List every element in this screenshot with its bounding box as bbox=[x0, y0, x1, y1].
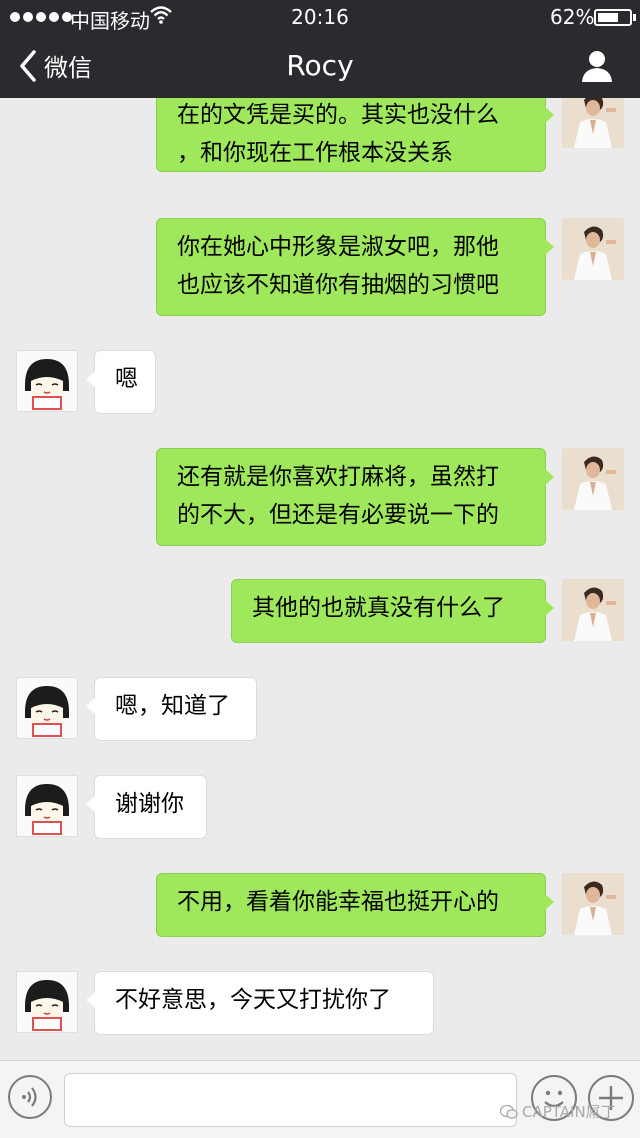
avatar-photo-icon bbox=[562, 98, 624, 148]
received-message-bubble[interactable]: 嗯，知道了 bbox=[86, 677, 257, 741]
message-text-line: 你在她心中形象是淑女吧，那他 bbox=[177, 234, 499, 260]
sent-message-bubble[interactable]: 你在她心中形象是淑女吧，那他 也应该不知道你有抽烟的习惯吧 bbox=[156, 218, 554, 316]
message-row: 你在她心中形象是淑女吧，那他 也应该不知道你有抽烟的习惯吧 bbox=[0, 218, 640, 316]
message-text-line: 其他的也就真没有什么了 bbox=[252, 595, 505, 621]
battery-percentage: 62% bbox=[550, 5, 595, 29]
contact-avatar[interactable] bbox=[16, 775, 78, 837]
message-text-line: ，和你现在工作根本没关系 bbox=[177, 140, 453, 166]
voice-input-button[interactable] bbox=[8, 1075, 52, 1119]
contact-avatar[interactable] bbox=[16, 971, 78, 1033]
clock-time: 20:16 bbox=[291, 5, 349, 29]
avatar-cartoon-icon bbox=[17, 972, 77, 1032]
avatar-photo-icon bbox=[562, 448, 624, 510]
my-avatar[interactable] bbox=[562, 98, 624, 148]
header: 中国移动 20:16 62% 微信 Rocy bbox=[0, 0, 640, 98]
sent-message-bubble[interactable]: 不用，看着你能幸福也挺开心的 bbox=[156, 873, 554, 937]
message-text-line: 嗯 bbox=[115, 366, 138, 392]
sent-message-bubble[interactable]: 在的文凭是买的。其实也没什么 ，和你现在工作根本没关系 bbox=[156, 98, 554, 172]
status-bar: 中国移动 20:16 62% bbox=[0, 0, 640, 34]
sent-message-bubble[interactable]: 其他的也就真没有什么了 bbox=[231, 579, 554, 643]
watermark-text: CAPTAIN屌丁 bbox=[522, 1103, 616, 1121]
avatar-cartoon-icon bbox=[17, 678, 77, 738]
received-message-bubble[interactable]: 嗯 bbox=[86, 350, 156, 414]
avatar-photo-icon bbox=[562, 873, 624, 935]
message-text-line: 也应该不知道你有抽烟的习惯吧 bbox=[177, 272, 499, 298]
message-row: 还有就是你喜欢打麻将，虽然打 的不大，但还是有必要说一下的 bbox=[0, 448, 640, 546]
input-bar: CAPTAIN屌丁 bbox=[0, 1060, 640, 1138]
voice-icon bbox=[22, 1087, 37, 1107]
message-text-line: 不用，看着你能幸福也挺开心的 bbox=[177, 889, 499, 915]
contact-avatar[interactable] bbox=[16, 677, 78, 739]
message-text-line: 不好意思，今天又打扰你了 bbox=[115, 987, 391, 1013]
battery-icon bbox=[594, 9, 636, 26]
received-message-bubble[interactable]: 谢谢你 bbox=[86, 775, 207, 839]
received-message-bubble[interactable]: 不好意思，今天又打扰你了 bbox=[86, 971, 434, 1035]
watermark: CAPTAIN屌丁 bbox=[500, 1101, 616, 1122]
chat-area[interactable]: 在的文凭是买的。其实也没什么 ，和你现在工作根本没关系 你在她心中形象是淑女吧，那… bbox=[0, 98, 640, 1060]
wechat-icon bbox=[500, 1104, 518, 1119]
message-text-line: 的不大，但还是有必要说一下的 bbox=[177, 502, 499, 528]
avatar-cartoon-icon bbox=[17, 351, 77, 411]
sent-message-bubble[interactable]: 还有就是你喜欢打麻将，虽然打 的不大，但还是有必要说一下的 bbox=[156, 448, 554, 546]
my-avatar[interactable] bbox=[562, 448, 624, 510]
chat-title: Rocy bbox=[286, 49, 354, 82]
message-row: 不用，看着你能幸福也挺开心的 bbox=[0, 873, 640, 937]
message-input[interactable] bbox=[64, 1073, 517, 1127]
message-row: 嗯，知道了 bbox=[0, 677, 640, 741]
message-text-line: 还有就是你喜欢打麻将，虽然打 bbox=[177, 464, 499, 490]
message-text-line: 谢谢你 bbox=[115, 791, 184, 817]
avatar-photo-icon bbox=[562, 579, 624, 641]
message-text-line: 嗯，知道了 bbox=[115, 693, 230, 719]
message-row: 其他的也就真没有什么了 bbox=[0, 579, 640, 643]
my-avatar[interactable] bbox=[562, 873, 624, 935]
contact-avatar[interactable] bbox=[16, 350, 78, 412]
my-avatar[interactable] bbox=[562, 218, 624, 280]
message-row: 在的文凭是买的。其实也没什么 ，和你现在工作根本没关系 bbox=[0, 98, 640, 184]
nav-bar: 微信 Rocy bbox=[0, 34, 640, 98]
profile-icon[interactable] bbox=[578, 48, 616, 84]
message-row: 谢谢你 bbox=[0, 775, 640, 839]
avatar-cartoon-icon bbox=[17, 776, 77, 836]
message-text-line: 在的文凭是买的。其实也没什么 bbox=[177, 102, 499, 128]
message-row: 不好意思，今天又打扰你了 bbox=[0, 971, 640, 1035]
avatar-photo-icon bbox=[562, 218, 624, 280]
message-row: 嗯 bbox=[0, 350, 640, 414]
my-avatar[interactable] bbox=[562, 579, 624, 641]
